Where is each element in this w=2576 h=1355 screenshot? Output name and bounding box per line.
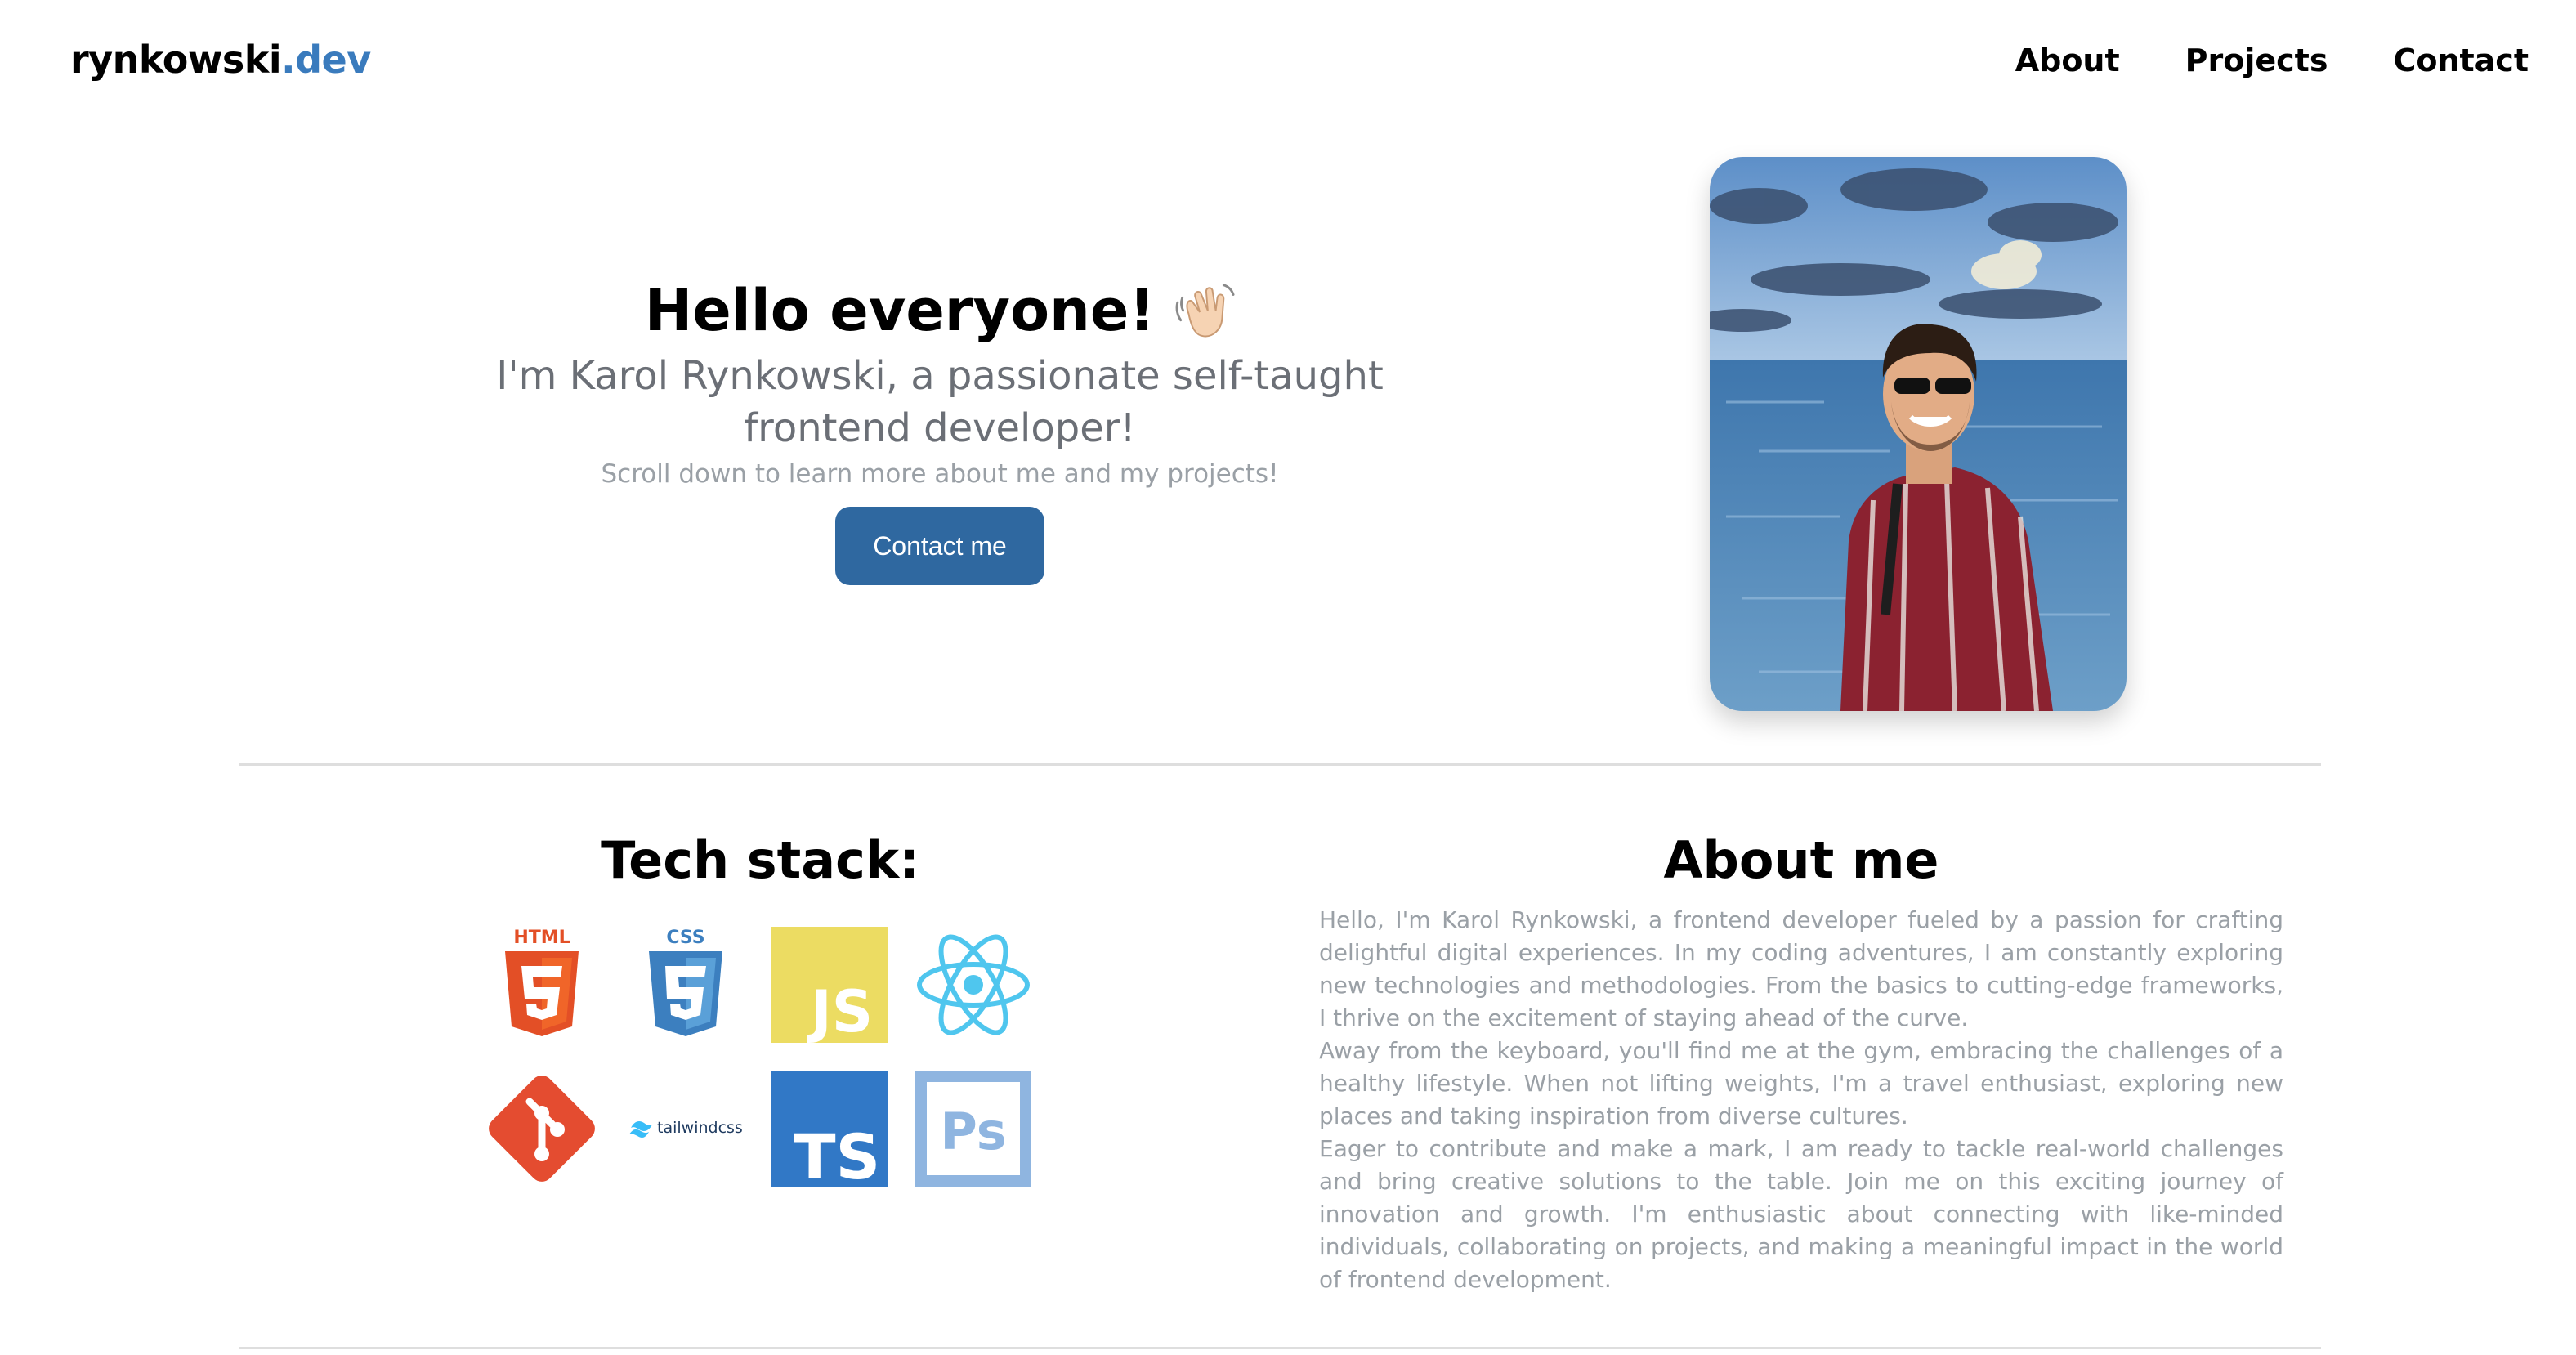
hero-subtitle: I'm Karol Rynkowski, a passionate self-t… [496, 353, 1384, 451]
tech-stack-grid: HTML CSS JS tailwindcss TS Ps [484, 927, 1036, 1187]
profile-photo-image [1710, 157, 2127, 711]
nav-link-contact[interactable]: Contact [2393, 42, 2529, 78]
css3-icon: CSS [628, 927, 744, 1043]
about-paragraph: Hello, I'm Karol Rynkowski, a frontend d… [1319, 906, 2283, 1031]
javascript-icon: JS [771, 927, 888, 1043]
section-divider [239, 1347, 2321, 1349]
hero-hint: Scroll down to learn more about me and m… [601, 459, 1279, 489]
html5-label: HTML [513, 928, 570, 948]
git-icon [484, 1071, 600, 1187]
profile-photo [1710, 157, 2127, 711]
tech-stack-title: Tech stack: [601, 830, 919, 890]
react-icon [915, 927, 1031, 1043]
about-paragraph: Away from the keyboard, you'll find me a… [1319, 1037, 2283, 1129]
contact-me-button[interactable]: Contact me [835, 507, 1044, 585]
logo-main-text: rynkowski [70, 38, 282, 82]
tailwindcss-label: tailwindcss [657, 1119, 743, 1137]
logo-suffix-text: .dev [281, 38, 371, 82]
about-paragraph: Eager to contribute and make a mark, I a… [1319, 1135, 2283, 1293]
css3-label: CSS [666, 928, 704, 948]
photoshop-label: Ps [940, 1102, 1006, 1161]
nav-link-projects[interactable]: Projects [2185, 42, 2328, 78]
nav-link-about[interactable]: About [2015, 42, 2120, 78]
typescript-icon: TS [771, 1071, 888, 1187]
site-logo[interactable]: rynkowski.dev [70, 38, 371, 82]
waving-hand-icon [1171, 279, 1235, 342]
html5-icon: HTML [484, 927, 600, 1043]
photoshop-icon: Ps [915, 1071, 1031, 1187]
about-me-body: Hello, I'm Karol Rynkowski, a frontend d… [1319, 904, 2283, 1296]
typescript-label: TS [794, 1120, 881, 1187]
tailwindcss-icon: tailwindcss [628, 1071, 744, 1187]
main-nav: About Projects Contact [2015, 42, 2529, 78]
hero-title: Hello everyone! [441, 270, 1438, 351]
hero-section: Hello everyone! I'm Karol Rynkowski, a p… [441, 270, 1438, 585]
hero-title-text: Hello everyone! [644, 277, 1156, 344]
javascript-label: JS [807, 978, 873, 1043]
section-divider [239, 763, 2321, 766]
about-me-title: About me [1663, 830, 1939, 890]
